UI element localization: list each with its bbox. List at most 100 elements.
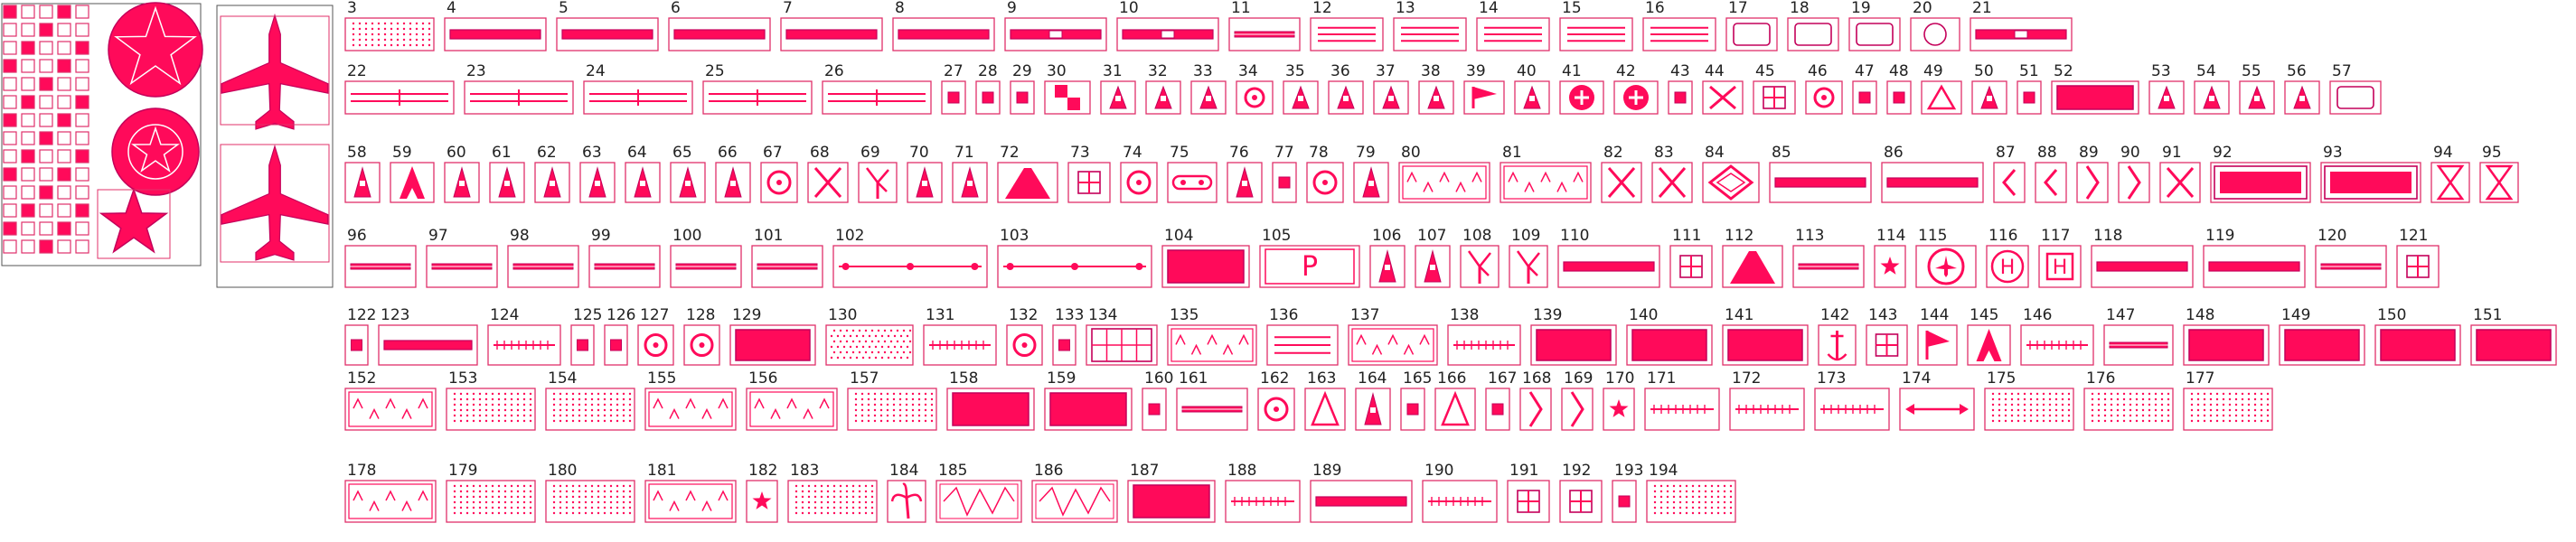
thin-bar-icon (1233, 31, 1296, 38)
ring-icon (1813, 87, 1835, 108)
symbol-cell-frame (746, 388, 838, 431)
symbol-cell-167: 167 (1485, 369, 1517, 431)
double-line-icon (470, 89, 568, 106)
symbol-number-label: 94 (2433, 144, 2453, 162)
symbol-number-label: 183 (790, 462, 819, 480)
symbol-number-label: 174 (1902, 369, 1931, 388)
symbol-number-label: 135 (1170, 306, 1199, 324)
symbol-cell-182: 182 (746, 462, 778, 523)
symbol-cell-66: 66 (715, 144, 751, 203)
symbol-cell-91: 91 (2159, 144, 2201, 203)
tower-icon (679, 166, 697, 198)
symbol-cell-72: 72 (997, 144, 1058, 203)
symbol-cell-191: 191 (1507, 462, 1550, 523)
symbol-number-label: 24 (586, 62, 606, 80)
cross-box-icon (1569, 490, 1593, 513)
mini-symbol (39, 131, 53, 145)
symbol-cell-55: 55 (2239, 62, 2275, 115)
mini-symbol (3, 149, 17, 164)
symbol-number-label: 186 (1034, 462, 1063, 480)
symbol-number-label: 27 (944, 62, 964, 80)
symbol-cell-108: 108 (1460, 227, 1500, 288)
symbol-cell-112: 112 (1722, 227, 1783, 288)
bar-icon (785, 29, 878, 40)
symbol-cell-40: 40 (1514, 62, 1550, 115)
symbol-number-label: 160 (1144, 369, 1173, 388)
symbol-cell-27: 27 (941, 62, 966, 115)
tower-icon (353, 166, 371, 198)
triangle-icon (1926, 84, 1957, 110)
symbol-cell-frame (2083, 388, 2174, 431)
symbol-cell-82: 82 (1601, 144, 1642, 203)
symbol-cell-61: 61 (489, 144, 525, 203)
symbol-cell-68: 68 (807, 144, 849, 203)
fill-icon (2380, 329, 2456, 361)
symbol-number-label: 121 (2399, 227, 2428, 245)
cross-box-icon (1763, 86, 1786, 109)
symbol-cell-84: 84 (1702, 144, 1760, 203)
symbol-cell-186: 186 (1031, 462, 1118, 523)
mini-symbol (21, 185, 35, 200)
bracket-icon (2127, 165, 2141, 200)
flag-icon (1925, 331, 1950, 360)
symbol-cell-49: 49 (1921, 62, 1962, 115)
bar-icon (449, 29, 541, 40)
symbol-number-label: 30 (1047, 62, 1067, 80)
symbol-cell-10: 10 (1116, 0, 1219, 51)
symbol-number-label: 69 (860, 144, 880, 162)
small-box-icon (1058, 339, 1070, 351)
symbol-cell-17: 17 (1725, 0, 1778, 51)
palm-icon (890, 482, 923, 519)
mini-symbol (21, 167, 35, 182)
windmill-icon (1467, 250, 1491, 284)
grass-icon (1402, 165, 1487, 200)
symbol-cell-175: 175 (1984, 369, 2074, 431)
grass-icon (1351, 328, 1434, 362)
symbol-cell-frame (1167, 324, 1257, 366)
dots-icon (552, 392, 632, 423)
symbol-number-label: 23 (466, 62, 486, 80)
symbol-cell-90: 90 (2118, 144, 2150, 203)
circle-icon (1923, 23, 1947, 46)
symbol-cell-187: 187 (1127, 462, 1216, 523)
symbol-number-label: 38 (1421, 62, 1441, 80)
small-box-icon (1278, 176, 1291, 189)
rail-icon (1428, 497, 1491, 506)
symbol-number-label: 105 (1262, 227, 1291, 245)
symbol-number-label: 77 (1274, 144, 1294, 162)
symbol-cell-171: 171 (1644, 369, 1720, 431)
mini-symbol (57, 41, 71, 55)
symbol-cell-57: 57 (2329, 62, 2382, 115)
symbol-number-label: 131 (926, 306, 954, 324)
bar-icon (2096, 261, 2188, 272)
symbol-number-label: 54 (2196, 62, 2216, 80)
fill-icon (1727, 329, 1803, 361)
lines-icon (1567, 26, 1625, 42)
symbol-cell-110: 110 (1557, 227, 1660, 288)
symbol-number-label: 80 (1401, 144, 1421, 162)
symbol-cell-136: 136 (1266, 306, 1339, 366)
mini-symbol (39, 77, 53, 91)
symbol-cell-76: 76 (1227, 144, 1263, 203)
symbol-cell-frame (344, 17, 435, 51)
symbol-cell-53: 53 (2148, 62, 2185, 115)
symbol-cell-149: 149 (2279, 306, 2365, 366)
thin-bar-icon (1180, 406, 1244, 413)
symbol-number-label: 20 (1913, 0, 1932, 17)
symbol-number-label: 48 (1889, 62, 1909, 80)
symbol-cell-123: 123 (378, 306, 478, 366)
symbol-number-label: 150 (2377, 306, 2406, 324)
mini-symbol (3, 95, 17, 109)
mini-symbol (57, 149, 71, 164)
x-box-icon (1709, 85, 1736, 110)
mini-symbol (75, 239, 89, 254)
bar-icon (383, 340, 473, 350)
grass-icon (348, 391, 433, 427)
ring-icon (1012, 333, 1037, 357)
symbol-number-label: 66 (718, 144, 738, 162)
symbol-number-label: 164 (1358, 369, 1387, 388)
ring-icon (1244, 87, 1265, 108)
fill-icon (1167, 249, 1245, 284)
symbol-cell-176: 176 (2083, 369, 2174, 431)
x-box-icon (1607, 167, 1636, 198)
